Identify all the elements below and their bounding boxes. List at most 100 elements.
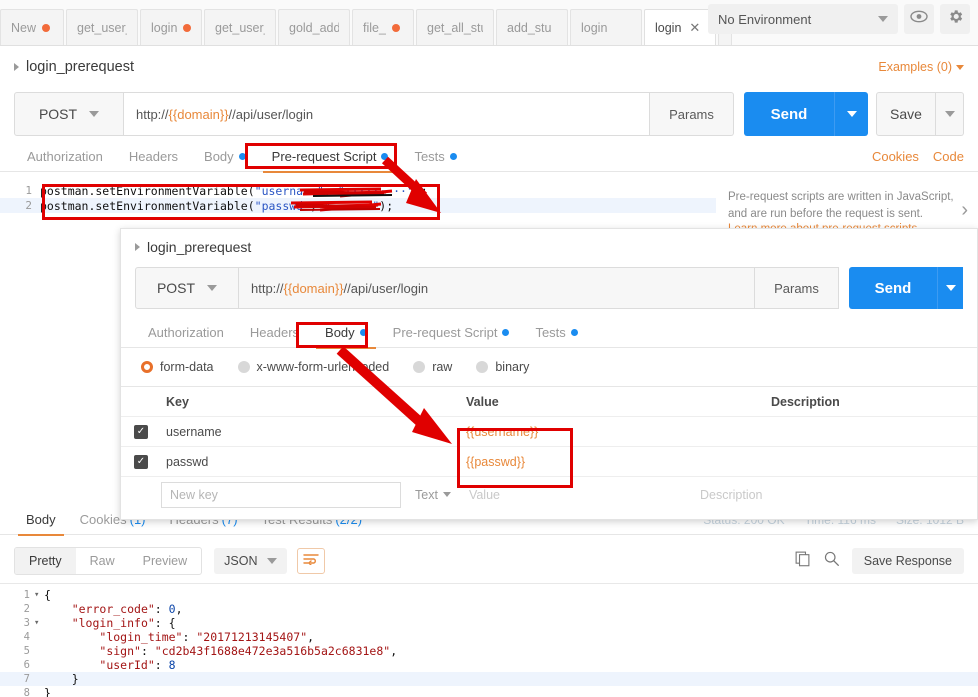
json-key: "userId" (99, 658, 155, 672)
save-response-button[interactable]: Save Response (851, 548, 964, 574)
fold-arrow-icon[interactable]: ▾ (34, 590, 44, 600)
radio-x-www-form-urlencoded[interactable]: x-www-form-urlencoded (237, 360, 389, 374)
inset-url-bar: POST http://{{domain}}//api/user/login P… (135, 267, 963, 309)
unsaved-dot-icon (183, 23, 191, 32)
expand-triangle-icon[interactable] (14, 63, 19, 71)
radio-form-data[interactable]: form-data (141, 360, 214, 374)
table-row[interactable]: ✓ passwd {{passwd}} (121, 447, 977, 477)
request-tab-file[interactable]: file_ (352, 9, 414, 45)
form-data-table: Key Value Description ✓ username {{usern… (121, 386, 977, 509)
save-options-button[interactable] (936, 92, 964, 136)
settings-button[interactable] (940, 4, 970, 34)
new-key-input[interactable]: New key (161, 481, 401, 508)
request-tab-login-2[interactable]: login (570, 9, 642, 45)
inset-request-url-input[interactable]: http://{{domain}}//api/user/login (239, 267, 755, 309)
has-content-dot-icon (502, 329, 510, 336)
view-preview-button[interactable]: Preview (129, 548, 201, 574)
row-checkbox[interactable]: ✓ (121, 454, 161, 469)
request-tab-add-stu[interactable]: add_stu (496, 9, 568, 45)
response-body-viewer[interactable]: 1 ▾ { 2 "error_code": 0, 3 ▾ "login_info… (0, 583, 978, 697)
request-tab-login-1[interactable]: login (140, 9, 202, 45)
tab-authorization[interactable]: Authorization (14, 142, 116, 172)
send-label: Send (874, 279, 912, 297)
close-icon[interactable]: ✕ (689, 21, 700, 34)
row-key[interactable]: username (161, 425, 466, 439)
url-prefix: http:// (251, 280, 284, 296)
response-format-select[interactable]: JSON (214, 548, 288, 574)
save-button[interactable]: Save (876, 92, 936, 136)
radio-label: form-data (160, 360, 214, 374)
json-line: 1 ▾ { (0, 588, 978, 602)
environment-select[interactable]: No Environment (708, 4, 898, 34)
line-number: 6 (23, 659, 30, 671)
copy-icon[interactable] (794, 550, 811, 572)
row-key[interactable]: passwd (161, 455, 466, 469)
fold-arrow-icon[interactable]: ▾ (34, 618, 44, 628)
request-tab-get-all-stu[interactable]: get_all_stu (416, 9, 494, 45)
radio-label: raw (432, 360, 453, 374)
new-row: New key Text Value Description (121, 477, 977, 509)
inset-tab-pre-request-script[interactable]: Pre-request Script (380, 318, 523, 348)
inset-http-method-select[interactable]: POST (135, 267, 239, 309)
inset-send-button[interactable]: Send (849, 267, 937, 309)
request-section-tabs: Authorization Headers Body Pre-request S… (0, 142, 978, 173)
request-tab-new[interactable]: New (0, 9, 64, 45)
radio-raw[interactable]: raw (413, 360, 452, 374)
tab-label: login (151, 20, 177, 35)
url-variable: {{domain}} (168, 106, 229, 122)
row-value[interactable]: {{passwd}} (466, 455, 771, 469)
chevron-down-icon (945, 285, 956, 291)
row-checkbox[interactable]: ✓ (121, 424, 161, 439)
new-description-input[interactable]: Description (700, 488, 763, 502)
request-tab-get-user-i-2[interactable]: get_user_i (204, 9, 276, 45)
line-number: 8 (23, 687, 30, 697)
word-wrap-icon (303, 552, 320, 570)
chevron-down-icon (207, 285, 218, 291)
request-name-row: login_prerequest Examples (0) (0, 46, 978, 88)
request-tab-login-active[interactable]: login ✕ (644, 9, 716, 45)
inset-tab-headers[interactable]: Headers (237, 318, 312, 348)
radio-icon (476, 361, 489, 373)
search-icon[interactable] (823, 550, 840, 572)
code-link[interactable]: Code (933, 149, 964, 164)
http-method-select[interactable]: POST (14, 92, 124, 136)
request-breadcrumb[interactable]: login_prerequest (14, 59, 134, 75)
tab-label: Body (26, 512, 56, 527)
view-pretty-button[interactable]: Pretty (15, 548, 76, 574)
send-button[interactable]: Send (744, 92, 834, 136)
inset-send-options-button[interactable] (937, 267, 963, 309)
request-url-input[interactable]: http://{{domain}}//api/user/login (124, 92, 650, 136)
response-tab-body[interactable]: Body (14, 505, 68, 536)
header-value: Value (466, 394, 499, 409)
json-colon: : (140, 644, 155, 658)
request-tab-get-user-i-1[interactable]: get_user_i (66, 9, 138, 45)
new-value-input[interactable]: Value (469, 488, 500, 502)
environment-quick-look-button[interactable] (904, 4, 934, 34)
tab-pre-request-script[interactable]: Pre-request Script (259, 142, 402, 173)
inset-tab-body[interactable]: Body (312, 318, 380, 349)
inset-tab-tests[interactable]: Tests (522, 318, 590, 348)
tab-label: Authorization (27, 149, 103, 164)
expand-triangle-icon[interactable] (135, 243, 140, 251)
new-type-select[interactable]: Text (415, 488, 451, 502)
params-button[interactable]: Params (650, 92, 734, 136)
radio-binary[interactable]: binary (476, 360, 529, 374)
chevron-down-icon (89, 111, 100, 117)
json-string: "20171213145407" (196, 630, 308, 644)
table-row[interactable]: ✓ username {{username}} (121, 417, 977, 447)
inset-request-breadcrumb[interactable]: login_prerequest (135, 239, 251, 255)
inset-params-button[interactable]: Params (755, 267, 839, 309)
request-tab-gold-add[interactable]: gold_add (278, 9, 350, 45)
tab-tests[interactable]: Tests (401, 142, 469, 172)
tab-headers[interactable]: Headers (116, 142, 191, 172)
examples-dropdown[interactable]: Examples (0) (878, 60, 964, 74)
cookies-link[interactable]: Cookies (872, 149, 919, 164)
send-options-button[interactable] (834, 92, 868, 136)
pre-request-script-editor[interactable]: 1 postman.setEnvironmentVariable("userna… (0, 183, 716, 231)
chevron-right-icon[interactable]: › (961, 199, 968, 222)
view-raw-button[interactable]: Raw (76, 548, 129, 574)
row-value[interactable]: {{username}} (466, 425, 771, 439)
inset-tab-authorization[interactable]: Authorization (135, 318, 237, 348)
tab-body[interactable]: Body (191, 142, 259, 172)
word-wrap-button[interactable] (297, 548, 326, 574)
